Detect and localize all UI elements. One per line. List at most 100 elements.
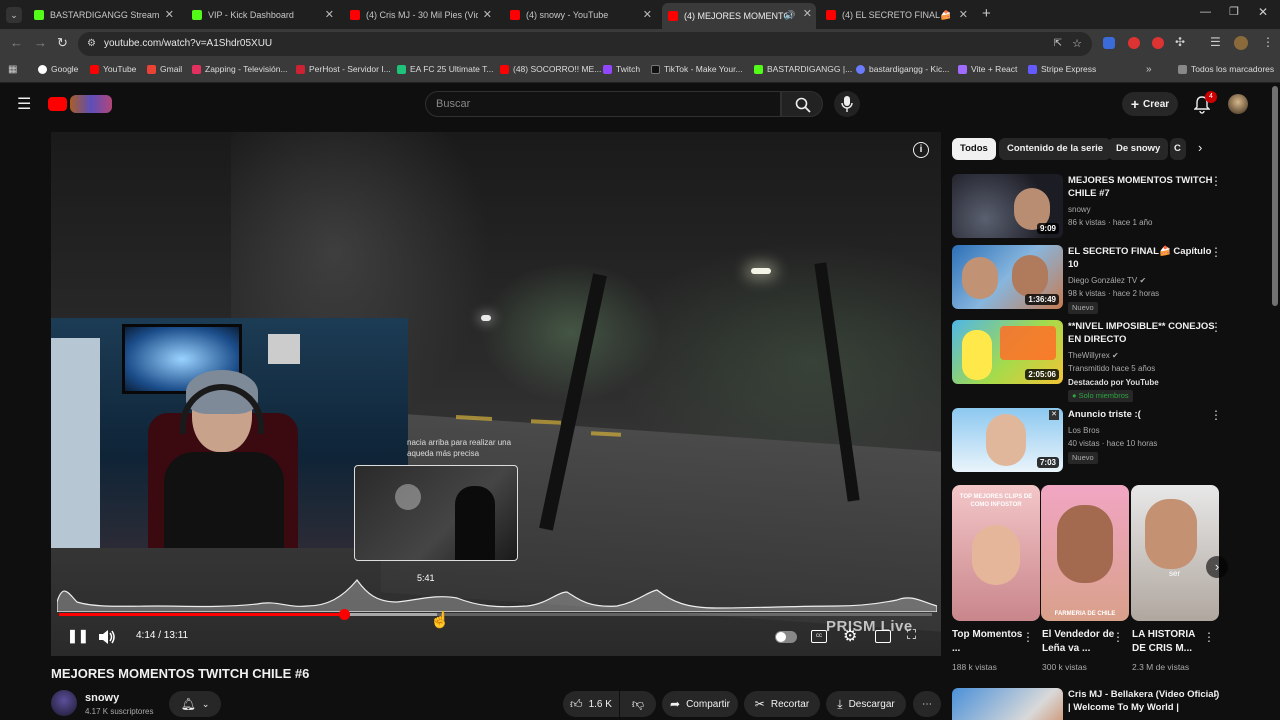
account-avatar[interactable] (1228, 94, 1248, 114)
recommended-channel[interactable]: TheWillyrex ✔ (1068, 350, 1224, 361)
new-tab-icon[interactable]: + (982, 5, 991, 22)
more-bookmarks-icon[interactable]: » (1146, 64, 1152, 75)
recommended-video[interactable]: 2:05:06 **NIVEL IMPOSIBLE** CONEJOS EN D… (952, 320, 1252, 402)
reload-icon[interactable]: ↻ (57, 35, 68, 51)
site-info-icon[interactable]: ⚙ (87, 32, 96, 56)
bookmark-stripe[interactable]: Stripe Express (1028, 64, 1096, 74)
share-button[interactable]: ➦ Compartir (662, 691, 738, 717)
recommended-video[interactable]: 9:09 MEJORES MOMENTOS TWITCH CHILE #7 sn… (952, 174, 1252, 244)
bookmark-perhost[interactable]: PerHost - Servidor I... (296, 64, 391, 74)
profile-avatar-icon[interactable] (1234, 36, 1248, 50)
bookmark-twitch[interactable]: Twitch (603, 64, 640, 74)
close-tab-icon[interactable]: ✕ (803, 7, 812, 20)
more-vertical-icon[interactable]: ⋮ (1210, 408, 1222, 422)
extension-icon[interactable] (1128, 37, 1140, 49)
download-button[interactable]: ⤓ Descargar (826, 691, 906, 717)
close-tab-icon[interactable]: ✕ (325, 8, 334, 21)
url-field[interactable]: ⚙ youtube.com/watch?v=A1Shdr05XUU ⇱ ☆ (78, 32, 1092, 56)
recommended-title[interactable]: MEJORES MOMENTOS TWITCH CHILE #7 (1068, 174, 1224, 200)
clip-button[interactable]: ✂ Recortar (744, 691, 820, 717)
recommended-title[interactable]: Anuncio triste :( (1068, 408, 1224, 421)
browser-tab[interactable]: (4) snowy - YouTube ✕ (504, 4, 656, 26)
chip-de-snowy[interactable]: De snowy (1108, 138, 1169, 160)
more-vertical-icon[interactable]: ⋮ (1210, 320, 1222, 334)
progress-bar[interactable] (59, 609, 932, 620)
back-icon[interactable]: ← (10, 35, 23, 50)
audio-playing-icon[interactable]: 🔊 (784, 10, 795, 21)
more-vertical-icon[interactable]: ⋮ (1210, 245, 1222, 259)
recommended-title[interactable]: Cris MJ - Bellakera (Video Oficial) | We… (1068, 688, 1224, 714)
video-thumbnail[interactable] (952, 688, 1063, 720)
video-thumbnail[interactable]: 2:05:06 (952, 320, 1063, 384)
video-thumbnail[interactable]: 9:09 (952, 174, 1063, 238)
close-tab-icon[interactable]: ✕ (959, 8, 968, 21)
bookmark-eafc[interactable]: EA FC 25 Ultimate T... (397, 64, 493, 74)
forward-icon[interactable]: → (34, 35, 47, 50)
browser-tab-active[interactable]: (4) MEJORES MOMENTOS T 🔊 ✕ (662, 3, 816, 29)
extension-icon[interactable] (1152, 37, 1164, 49)
info-icon[interactable]: i (913, 142, 929, 158)
recommended-video[interactable]: Cris MJ - Bellakera (Video Oficial) | We… (952, 688, 1252, 720)
short-title[interactable]: El Vendedor de Leña va ... (1042, 628, 1118, 656)
more-vertical-icon[interactable]: ⋮ (1210, 174, 1222, 188)
all-bookmarks-folder[interactable]: Todos los marcadores (1178, 64, 1274, 74)
recommended-title[interactable]: **NIVEL IMPOSIBLE** CONEJOS EN DIRECTO (1068, 320, 1224, 346)
notifications-button[interactable]: 4 (1193, 91, 1217, 114)
short-title[interactable]: LA HISTORIA DE CRIS M... (1132, 628, 1208, 656)
bookmark-socorro[interactable]: (48) SOCORRO!! ME... (500, 64, 601, 74)
short-thumbnail[interactable]: ser (1131, 485, 1219, 621)
bookmark-kick[interactable]: bastardigangg - Kic... (856, 64, 949, 74)
chips-next-icon[interactable]: › (1198, 140, 1202, 155)
bookmark-gmail[interactable]: Gmail (147, 64, 182, 74)
more-vertical-icon[interactable]: ⋮ (1210, 688, 1222, 702)
close-tab-icon[interactable]: ✕ (643, 8, 652, 21)
miniplayer-icon[interactable] (875, 630, 891, 643)
fullscreen-icon[interactable]: ⛶ (907, 627, 916, 643)
bookmark-youtube[interactable]: YouTube (90, 64, 136, 74)
subtitles-icon[interactable]: cc (811, 630, 827, 643)
pause-icon[interactable]: ❚❚ (67, 628, 89, 644)
browser-tab[interactable]: (4) EL SECRETO FINAL🍰 Capítu ✕ (820, 4, 972, 26)
more-vertical-icon[interactable]: ⋮ (1022, 630, 1034, 644)
close-tab-icon[interactable]: ✕ (165, 8, 174, 21)
more-vertical-icon[interactable]: ⋮ (1203, 630, 1215, 644)
browser-tab[interactable]: VIP - Kick Dashboard ✕ (186, 4, 338, 26)
progress-scrubber-handle[interactable] (338, 609, 350, 620)
channel-name[interactable]: snowy (85, 692, 119, 704)
browser-tab[interactable]: (4) Cris MJ - 30 Mil Pies (Video ✕ (344, 4, 496, 26)
bookmark-bastardigangg[interactable]: BASTARDIGANGG |... (754, 64, 852, 74)
extensions-puzzle-icon[interactable]: ✣ (1175, 35, 1185, 49)
bookmark-google[interactable]: Google (38, 64, 78, 74)
recommended-channel[interactable]: Los Bros (1068, 425, 1224, 436)
search-input[interactable]: Buscar (425, 91, 781, 117)
tab-search-button[interactable]: ⌄ (6, 7, 22, 23)
search-button[interactable] (781, 91, 823, 117)
autoplay-toggle[interactable] (775, 631, 797, 643)
bookmark-zapping[interactable]: Zapping - Televisión... (192, 64, 288, 74)
short-thumbnail[interactable]: FARMERIA DE CHILE (1041, 485, 1129, 621)
apps-grid-icon[interactable]: ▦ (8, 64, 17, 75)
video-thumbnail[interactable]: ✕ 7:03 (952, 408, 1063, 472)
restore-icon[interactable]: ❐ (1229, 5, 1239, 18)
like-button[interactable]: 👍︎ 1.6 K (563, 691, 619, 717)
recommended-channel[interactable]: Diego González TV ✔ (1068, 275, 1224, 286)
close-tab-icon[interactable]: ✕ (483, 8, 492, 21)
channel-avatar[interactable] (51, 690, 77, 716)
bookmark-vite[interactable]: Vite + React (958, 64, 1017, 74)
browser-tab[interactable]: BASTARDIGANGG Stream - Wa ✕ (28, 4, 178, 26)
dislike-button[interactable]: 👎︎ (620, 691, 656, 717)
bookmark-tiktok[interactable]: TikTok - Make Your... (651, 64, 743, 74)
page-scrollbar[interactable] (1272, 86, 1278, 306)
chip-contenido-serie[interactable]: Contenido de la serie (999, 138, 1112, 160)
chip-todos[interactable]: Todos (952, 138, 996, 160)
settings-gear-icon[interactable]: ⚙ (843, 626, 857, 646)
recommended-video[interactable]: 1:36:49 EL SECRETO FINAL🍰 Capítulo 10 Di… (952, 245, 1252, 315)
more-vertical-icon[interactable]: ⋮ (1112, 630, 1124, 644)
voice-search-button[interactable] (834, 91, 860, 117)
youtube-logo[interactable] (48, 95, 112, 113)
recommended-video[interactable]: ✕ 7:03 Anuncio triste :( Los Bros 40 vis… (952, 408, 1252, 478)
bookmark-star-icon[interactable]: ☆ (1072, 32, 1082, 56)
minimize-icon[interactable]: — (1200, 6, 1211, 18)
volume-icon[interactable] (98, 629, 116, 645)
notifications-subscribe-button[interactable]: 🔔︎ ⌄ (169, 691, 221, 717)
